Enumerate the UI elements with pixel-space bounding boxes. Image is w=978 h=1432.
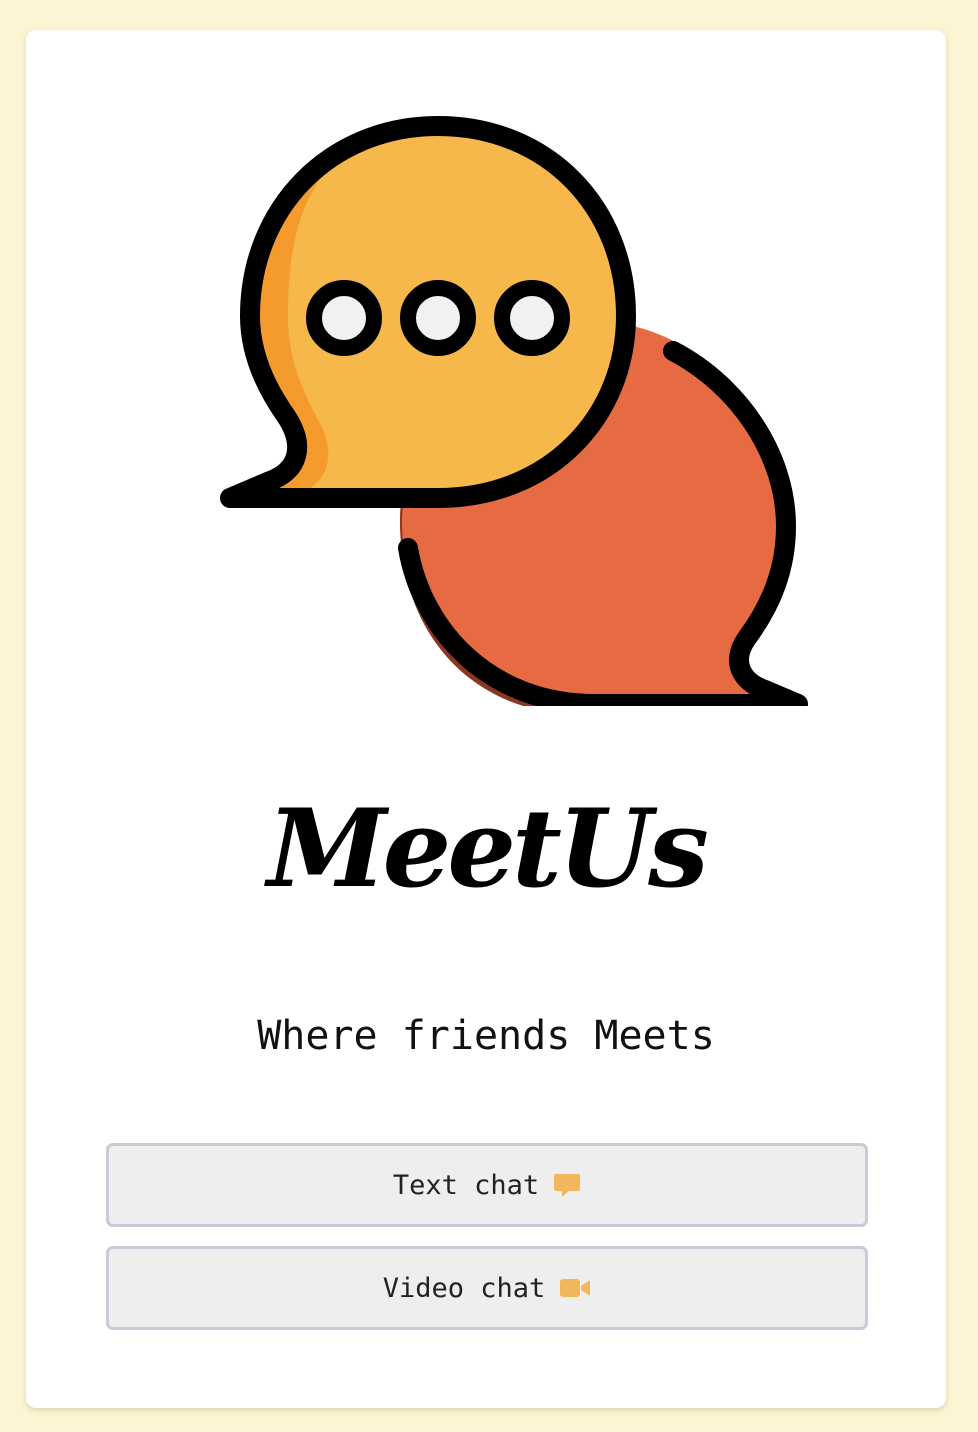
- chat-bubbles-logo-icon: [220, 116, 808, 706]
- app-title: MeetUs: [267, 786, 709, 912]
- video-camera-icon: [560, 1279, 591, 1297]
- comment-icon: [554, 1174, 581, 1197]
- yellow-bubble-icon: [220, 116, 636, 508]
- app-tagline: Where friends Meets: [257, 1013, 715, 1059]
- video-chat-button[interactable]: Video chat: [106, 1246, 868, 1330]
- text-chat-label: Text chat: [392, 1169, 540, 1201]
- video-chat-label: Video chat: [382, 1272, 546, 1304]
- text-chat-button[interactable]: Text chat: [106, 1143, 868, 1227]
- welcome-card: MeetUs Where friends Meets Text chat Vid…: [26, 30, 946, 1408]
